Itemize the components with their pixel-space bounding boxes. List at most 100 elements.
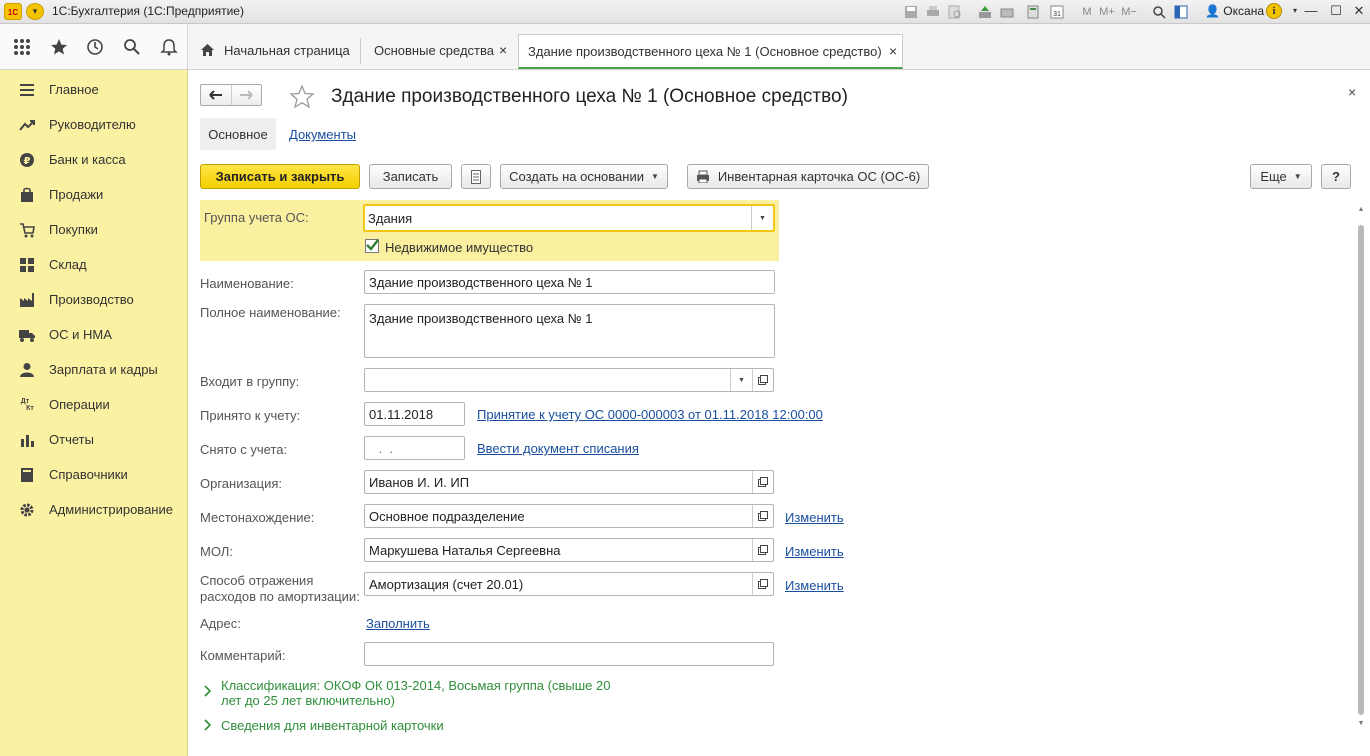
removed-label: Снято с учета: [200, 442, 288, 457]
apps-grid-icon[interactable] [11, 36, 33, 58]
accepted-document-link[interactable]: Принятие к учету ОС 0000-000003 от 01.11… [477, 407, 823, 422]
calculator-icon[interactable] [1024, 3, 1042, 20]
removed-date-input[interactable]: . . [364, 436, 465, 460]
open-icon[interactable] [752, 539, 773, 561]
history-icon[interactable] [84, 36, 106, 58]
back-button[interactable] [201, 85, 231, 105]
tab-fixed-assets[interactable]: Основные средства × [362, 34, 517, 68]
calendar-icon[interactable]: 31 [1048, 3, 1066, 20]
subtab-documents[interactable]: Документы [289, 127, 356, 142]
sidebar-item-bank[interactable]: ₽ Банк и касса [0, 142, 188, 177]
scroll-up-icon[interactable]: ▲ [1356, 206, 1366, 214]
address-label: Адрес: [200, 616, 241, 631]
save-and-close-button[interactable]: Записать и закрыть [200, 164, 360, 189]
mol-select[interactable]: Маркушева Наталья Сергеевна [364, 538, 774, 562]
notifications-bell-icon[interactable] [158, 36, 180, 58]
location-label: Местонахождение: [200, 510, 315, 525]
search-icon[interactable] [121, 36, 143, 58]
scroll-down-icon[interactable]: ▼ [1356, 720, 1366, 728]
upload-icon[interactable] [976, 3, 994, 20]
sidebar-item-production[interactable]: Производство [0, 282, 188, 317]
open-icon[interactable] [752, 369, 773, 391]
main-menu-button[interactable]: ▾ [26, 3, 44, 20]
sidebar-item-purchases[interactable]: Покупки [0, 212, 188, 247]
tab-building-asset[interactable]: Здание производственного цеха № 1 (Основ… [518, 34, 903, 69]
location-select[interactable]: Основное подразделение [364, 504, 774, 528]
change-mol-link[interactable]: Изменить [785, 544, 844, 559]
sidebar-item-label: Администрирование [49, 502, 173, 517]
group-label: Группа учета ОС: [204, 210, 309, 225]
save-button[interactable]: Записать [369, 164, 452, 189]
sidebar-item-label: Отчеты [49, 432, 94, 447]
user-icon: 👤 [1205, 4, 1220, 18]
inventory-card-button[interactable]: Инвентарная карточка ОС (ОС-6) [687, 164, 929, 189]
truck-icon [18, 326, 36, 344]
window-title: 1С:Бухгалтерия (1С:Предприятие) [52, 4, 244, 18]
save-icon[interactable] [902, 3, 920, 20]
sidebar-item-label: Склад [49, 257, 87, 272]
full-name-textarea[interactable]: Здание производственного цеха № 1 [364, 304, 775, 358]
memory-m-icon[interactable]: M [1078, 3, 1096, 20]
sidebar-item-sales[interactable]: Продажи [0, 177, 188, 212]
open-icon[interactable] [752, 505, 773, 527]
chevron-down-icon[interactable]: ▼ [730, 369, 752, 391]
window-close-button[interactable]: ✕ [1348, 2, 1370, 20]
tab-building-asset-close-icon[interactable]: × [889, 43, 897, 59]
change-location-link[interactable]: Изменить [785, 510, 844, 525]
forward-button[interactable] [230, 85, 262, 105]
form-close-icon[interactable]: × [1348, 84, 1356, 100]
sidebar-item-warehouse[interactable]: Склад [0, 247, 188, 282]
parent-group-select[interactable]: ▼ [364, 368, 774, 392]
open-icon[interactable] [752, 573, 773, 595]
depreciation-select[interactable]: Амортизация (счет 20.01) [364, 572, 774, 596]
real-estate-label[interactable]: Недвижимое имущество [385, 240, 533, 255]
scrollbar-thumb[interactable] [1358, 225, 1364, 715]
user-menu[interactable]: 👤 Оксана [1205, 4, 1264, 18]
zoom-icon[interactable] [1150, 3, 1168, 20]
tab-fixed-assets-close-icon[interactable]: × [499, 42, 507, 58]
maximize-button[interactable]: ☐ [1325, 2, 1347, 20]
write-off-link[interactable]: Ввести документ списания [477, 441, 639, 456]
structure-button[interactable] [461, 164, 491, 189]
minimize-button[interactable]: — [1300, 2, 1322, 20]
create-based-on-button[interactable]: Создать на основании ▼ [500, 164, 668, 189]
real-estate-checkbox[interactable] [365, 239, 379, 253]
sidebar-item-main[interactable]: Главное [0, 72, 188, 107]
accepted-date-input[interactable]: 01.11.2018 [364, 402, 465, 426]
memory-plus-icon[interactable]: M+ [1098, 3, 1116, 20]
sidebar-item-salary[interactable]: Зарплата и кадры [0, 352, 188, 387]
preview-icon[interactable] [946, 3, 964, 20]
print-icon[interactable] [924, 3, 942, 20]
organization-select[interactable]: Иванов И. И. ИП [364, 470, 774, 494]
subtab-main[interactable]: Основное [200, 118, 276, 150]
inventory-group-header[interactable]: Сведения для инвентарной карточки [221, 718, 444, 733]
classification-group-header[interactable]: Классификация: ОКОФ ОК 013-2014, Восьмая… [221, 678, 610, 708]
chevron-right-icon[interactable] [204, 719, 212, 734]
panel-icon[interactable] [1172, 3, 1190, 20]
change-depreciation-link[interactable]: Изменить [785, 578, 844, 593]
sidebar-item-label: Справочники [49, 467, 128, 482]
comment-input[interactable] [364, 642, 774, 666]
chevron-right-icon[interactable] [204, 685, 212, 700]
sidebar-item-directories[interactable]: Справочники [0, 457, 188, 492]
sidebar-item-fixed-assets[interactable]: ОС и НМА [0, 317, 188, 352]
help-button[interactable]: ? [1321, 164, 1351, 189]
accepted-date-value: 01.11.2018 [369, 407, 434, 422]
sidebar-item-reports[interactable]: Отчеты [0, 422, 188, 457]
name-input[interactable]: Здание производственного цеха № 1 [364, 270, 775, 294]
favorite-star-icon[interactable] [289, 84, 315, 109]
sidebar-item-administration[interactable]: Администрирование [0, 492, 188, 527]
favorites-star-icon[interactable] [48, 36, 70, 58]
scan-icon[interactable] [998, 3, 1016, 20]
more-button[interactable]: Еще ▼ [1250, 164, 1312, 189]
sidebar-item-operations[interactable]: Дт Кт Операции [0, 387, 188, 422]
sidebar-item-label: Производство [49, 292, 134, 307]
memory-minus-icon[interactable]: M− [1120, 3, 1138, 20]
sidebar-item-manager[interactable]: Руководителю [0, 107, 188, 142]
tab-home[interactable]: Начальная страница [188, 34, 361, 68]
group-select[interactable]: Здания ▼ [363, 204, 775, 232]
info-icon[interactable]: i [1266, 3, 1282, 19]
chevron-down-icon[interactable]: ▼ [751, 206, 773, 230]
fill-address-link[interactable]: Заполнить [366, 616, 430, 631]
open-icon[interactable] [752, 471, 773, 493]
